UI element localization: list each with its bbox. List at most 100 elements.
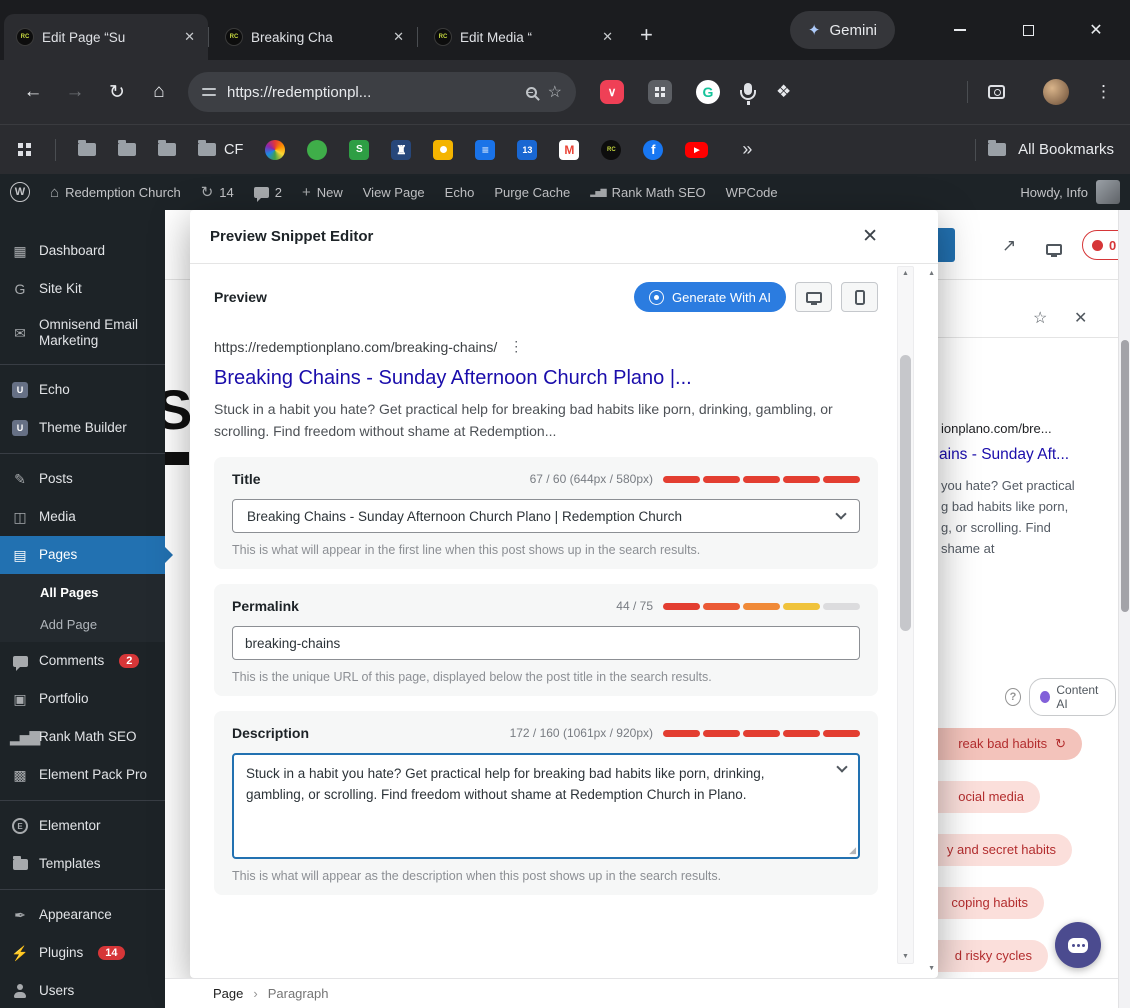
sidebar-item-echo[interactable]: U Echo <box>0 371 165 409</box>
tab-edit-page[interactable]: RC Edit Page “Su ✕ <box>4 14 208 60</box>
sidebar-item-media[interactable]: ◫ Media <box>0 498 165 536</box>
mic-icon[interactable] <box>740 83 756 105</box>
sidebar-item-pages[interactable]: ▤ Pages <box>0 536 165 574</box>
zoom-icon[interactable] <box>525 86 537 98</box>
modal-scrollbar[interactable]: ▲ ▼ <box>897 266 914 964</box>
gemini-button[interactable]: ✦ Gemini <box>789 11 895 49</box>
close-window-button[interactable]: ✕ <box>1062 0 1130 60</box>
content-ai-button[interactable]: Content AI <box>1029 678 1116 716</box>
modal-close-icon[interactable]: ✕ <box>862 225 878 248</box>
pocket-extension-icon[interactable]: ∨ <box>600 80 624 104</box>
maximize-button[interactable] <box>994 0 1062 60</box>
browser-menu-icon[interactable]: ⋮ <box>1089 82 1118 102</box>
tab-close-icon[interactable]: ✕ <box>597 27 618 47</box>
forward-button[interactable]: → <box>54 71 96 113</box>
chat-widget-button[interactable] <box>1055 922 1101 968</box>
bookmark-favicon-pinwheel[interactable] <box>265 139 286 160</box>
refresh-icon[interactable]: ↻ <box>1055 728 1066 760</box>
sidebar-item-elementor[interactable]: E Elementor <box>0 807 165 845</box>
new-tab-button[interactable]: + <box>640 24 653 46</box>
sidebar-item-comments[interactable]: Comments 2 <box>0 642 165 680</box>
breadcrumb-paragraph[interactable]: Paragraph <box>268 986 329 1001</box>
serp-options-icon[interactable]: ⋮ <box>509 338 523 355</box>
preview-monitor-icon[interactable] <box>1046 240 1062 260</box>
sidebar-item-omnisend[interactable]: ✉ Omnisend Email Marketing <box>0 308 165 358</box>
description-textarea[interactable]: Stuck in a habit you hate? Get practical… <box>232 753 860 860</box>
bookmarks-overflow-chevron[interactable]: » <box>742 139 752 160</box>
site-info-icon[interactable] <box>202 85 216 99</box>
profile-avatar[interactable] <box>1043 79 1069 105</box>
new-content-menu[interactable]: + New <box>292 174 353 210</box>
breadcrumb-page[interactable]: Page <box>213 986 243 1001</box>
bookmark-favicon-castle[interactable]: ♜ <box>391 139 412 160</box>
bookmark-favicon-gmail[interactable]: M <box>559 139 580 160</box>
outer-scroll-up-arrow[interactable]: ▲ <box>928 270 935 277</box>
page-scrollbar[interactable] <box>1118 210 1130 1008</box>
back-button[interactable]: ← <box>12 71 54 113</box>
page-scrollbar-thumb[interactable] <box>1121 340 1129 612</box>
scroll-up-arrow[interactable]: ▲ <box>898 270 913 277</box>
all-bookmarks[interactable]: All Bookmarks <box>975 138 1114 161</box>
tab-breaking-chains[interactable]: RC Breaking Cha ✕ <box>213 14 417 60</box>
account-menu[interactable]: Howdy, Info <box>1020 180 1130 204</box>
modal-scrollbar-thumb[interactable] <box>900 355 911 631</box>
bookmark-folder-cf[interactable]: CF <box>198 140 243 158</box>
sidebar-item-dashboard[interactable]: ▦ Dashboard <box>0 232 165 270</box>
tab-close-icon[interactable]: ✕ <box>388 27 409 47</box>
mobile-preview-button[interactable] <box>841 282 878 312</box>
bookmark-favicon-gloo[interactable] <box>307 139 328 160</box>
echo-menu[interactable]: Echo <box>435 174 485 210</box>
sidebar-item-all-pages[interactable]: All Pages <box>0 576 165 608</box>
permalink-input[interactable] <box>232 626 860 661</box>
serp-title-link[interactable]: Breaking Chains - Sunday Afternoon Churc… <box>214 367 878 390</box>
comments-menu[interactable]: 2 <box>244 174 292 210</box>
outer-scroll-down-arrow[interactable]: ▼ <box>928 965 935 972</box>
wp-logo-menu[interactable]: W <box>0 174 40 210</box>
wpcode-menu[interactable]: WPCode <box>716 174 788 210</box>
bookmark-favicon-rc[interactable]: RC <box>601 139 622 160</box>
extension-icon[interactable] <box>648 80 672 104</box>
rank-math-menu[interactable]: ▂▅▇ Rank Math SEO <box>580 174 715 210</box>
scroll-down-arrow[interactable]: ▼ <box>898 953 913 960</box>
address-bar[interactable]: https://redemptionpl... ☆ <box>188 72 576 112</box>
bookmark-folder[interactable] <box>118 140 136 156</box>
bookmark-favicon-facebook[interactable]: f <box>643 139 664 160</box>
help-icon[interactable]: ? <box>1005 688 1021 706</box>
bookmark-favicon-contacts[interactable] <box>433 139 454 160</box>
favorite-star-icon[interactable]: ☆ <box>1033 308 1047 328</box>
title-select[interactable]: Breaking Chains - Sunday Afternoon Churc… <box>232 499 860 534</box>
url-text[interactable]: https://redemptionpl... <box>227 84 515 101</box>
side-panel-search-icon[interactable] <box>988 85 1005 99</box>
view-page-link[interactable]: View Page <box>353 174 435 210</box>
home-button[interactable]: ⌂ <box>138 71 180 113</box>
sidebar-item-plugins[interactable]: ⚡ Plugins 14 <box>0 934 165 972</box>
generate-with-ai-button[interactable]: Generate With AI <box>634 282 786 312</box>
sidebar-item-users[interactable]: Users <box>0 972 165 1008</box>
sidebar-item-templates[interactable]: Templates <box>0 845 165 883</box>
sidebar-item-add-page[interactable]: Add Page <box>0 608 165 640</box>
sidebar-item-appearance[interactable]: ✒ Appearance <box>0 896 165 934</box>
extensions-puzzle-icon[interactable]: ❖ <box>776 82 791 102</box>
bookmark-favicon-lines[interactable]: ≡ <box>475 139 496 160</box>
resize-grip-icon[interactable]: ◢ <box>849 845 856 856</box>
site-name-menu[interactable]: ⌂ Redemption Church <box>40 174 191 210</box>
sidebar-item-theme-builder[interactable]: U Theme Builder <box>0 409 165 447</box>
sidebar-item-site-kit[interactable]: G Site Kit <box>0 270 165 308</box>
bookmark-folder[interactable] <box>78 140 96 156</box>
desktop-preview-button[interactable] <box>795 282 832 312</box>
purge-cache-menu[interactable]: Purge Cache <box>484 174 580 210</box>
bookmark-favicon-13[interactable]: 13 <box>517 139 538 160</box>
tab-edit-media[interactable]: RC Edit Media “ ✕ <box>422 14 626 60</box>
bookmark-star-icon[interactable]: ☆ <box>548 82 562 102</box>
bookmark-favicon-s[interactable]: S <box>349 139 370 160</box>
tab-close-icon[interactable]: ✕ <box>179 27 200 47</box>
bookmark-folder[interactable] <box>158 140 176 156</box>
bookmark-favicon-youtube[interactable]: ▶ <box>685 141 709 158</box>
reload-button[interactable]: ↻ <box>96 71 138 113</box>
grammarly-extension-icon[interactable]: G <box>696 80 720 104</box>
external-link-icon[interactable]: ↗ <box>1002 236 1016 256</box>
sidebar-item-rank-math[interactable]: ▂▅▇ Rank Math SEO <box>0 718 165 756</box>
minimize-button[interactable] <box>926 0 994 60</box>
sidebar-item-posts[interactable]: ✎ Posts <box>0 460 165 498</box>
updates-menu[interactable]: ↻ 14 <box>191 174 244 210</box>
